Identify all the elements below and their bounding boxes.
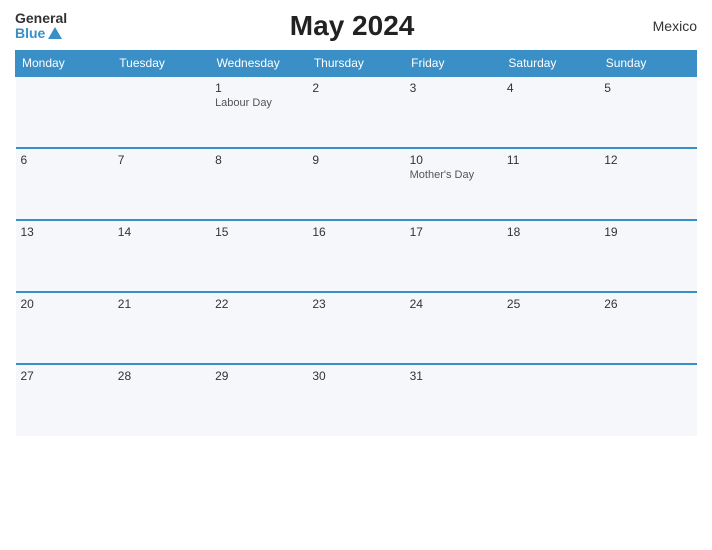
country-label: Mexico xyxy=(637,18,697,34)
calendar-week-row: 27 28 29 30 31 xyxy=(16,364,697,436)
calendar-day-cell xyxy=(502,364,599,436)
calendar-day-cell: 23 xyxy=(307,292,404,364)
calendar-header-row: Monday Tuesday Wednesday Thursday Friday… xyxy=(16,51,697,77)
calendar-day-cell: 1 Labour Day xyxy=(210,76,307,148)
day-number: 10 xyxy=(410,153,497,167)
col-saturday: Saturday xyxy=(502,51,599,77)
col-monday: Monday xyxy=(16,51,113,77)
col-sunday: Sunday xyxy=(599,51,696,77)
day-number: 9 xyxy=(312,153,399,167)
logo-general-text: General xyxy=(15,11,67,26)
day-number: 31 xyxy=(410,369,497,383)
calendar-day-cell: 30 xyxy=(307,364,404,436)
day-number: 3 xyxy=(410,81,497,95)
col-friday: Friday xyxy=(405,51,502,77)
header: General Blue May 2024 Mexico xyxy=(15,10,697,42)
day-number: 19 xyxy=(604,225,691,239)
logo: General Blue xyxy=(15,11,67,42)
day-number: 15 xyxy=(215,225,302,239)
page: General Blue May 2024 Mexico Monday Tues… xyxy=(0,0,712,550)
col-thursday: Thursday xyxy=(307,51,404,77)
day-number: 21 xyxy=(118,297,205,311)
calendar-day-cell: 5 xyxy=(599,76,696,148)
day-number: 11 xyxy=(507,153,594,167)
calendar-week-row: 6789 10 Mother's Day 11 12 xyxy=(16,148,697,220)
calendar-day-cell: 31 xyxy=(405,364,502,436)
calendar-week-row: 1 Labour Day 2345 xyxy=(16,76,697,148)
calendar-day-cell: 12 xyxy=(599,148,696,220)
day-number: 28 xyxy=(118,369,205,383)
day-number: 17 xyxy=(410,225,497,239)
day-number: 6 xyxy=(21,153,108,167)
day-number: 14 xyxy=(118,225,205,239)
calendar-day-cell: 27 xyxy=(16,364,113,436)
day-number: 26 xyxy=(604,297,691,311)
calendar-day-cell: 3 xyxy=(405,76,502,148)
calendar-day-cell: 18 xyxy=(502,220,599,292)
calendar-week-row: 13 14 15 16 17 18 19 xyxy=(16,220,697,292)
calendar-day-cell xyxy=(113,76,210,148)
day-number: 18 xyxy=(507,225,594,239)
day-number: 25 xyxy=(507,297,594,311)
calendar-day-cell: 14 xyxy=(113,220,210,292)
day-number: 29 xyxy=(215,369,302,383)
calendar-day-cell: 8 xyxy=(210,148,307,220)
calendar-day-cell: 19 xyxy=(599,220,696,292)
day-number: 27 xyxy=(21,369,108,383)
day-number: 22 xyxy=(215,297,302,311)
day-number: 30 xyxy=(312,369,399,383)
holiday-label: Labour Day xyxy=(215,97,302,109)
day-number: 4 xyxy=(507,81,594,95)
day-number: 7 xyxy=(118,153,205,167)
calendar-day-cell: 16 xyxy=(307,220,404,292)
calendar-day-cell xyxy=(599,364,696,436)
calendar-day-cell: 26 xyxy=(599,292,696,364)
day-number: 12 xyxy=(604,153,691,167)
calendar-day-cell: 25 xyxy=(502,292,599,364)
calendar-day-cell: 9 xyxy=(307,148,404,220)
calendar-day-cell: 11 xyxy=(502,148,599,220)
calendar-day-cell: 15 xyxy=(210,220,307,292)
col-wednesday: Wednesday xyxy=(210,51,307,77)
logo-triangle-icon xyxy=(48,27,62,39)
calendar-day-cell: 22 xyxy=(210,292,307,364)
calendar-day-cell: 7 xyxy=(113,148,210,220)
logo-blue-text: Blue xyxy=(15,26,67,41)
day-number: 23 xyxy=(312,297,399,311)
calendar-day-cell: 4 xyxy=(502,76,599,148)
day-number: 5 xyxy=(604,81,691,95)
calendar-title: May 2024 xyxy=(67,10,637,42)
col-tuesday: Tuesday xyxy=(113,51,210,77)
calendar-day-cell: 17 xyxy=(405,220,502,292)
day-number: 20 xyxy=(21,297,108,311)
calendar-day-cell: 2 xyxy=(307,76,404,148)
calendar-day-cell xyxy=(16,76,113,148)
calendar-day-cell: 21 xyxy=(113,292,210,364)
calendar-day-cell: 29 xyxy=(210,364,307,436)
calendar-table: Monday Tuesday Wednesday Thursday Friday… xyxy=(15,50,697,436)
day-number: 24 xyxy=(410,297,497,311)
calendar-day-cell: 10 Mother's Day xyxy=(405,148,502,220)
calendar-day-cell: 20 xyxy=(16,292,113,364)
day-number: 13 xyxy=(21,225,108,239)
calendar-day-cell: 13 xyxy=(16,220,113,292)
day-number: 16 xyxy=(312,225,399,239)
day-number: 2 xyxy=(312,81,399,95)
calendar-week-row: 20 21 22 23 24 25 26 xyxy=(16,292,697,364)
calendar-day-cell: 28 xyxy=(113,364,210,436)
calendar-day-cell: 24 xyxy=(405,292,502,364)
day-number: 1 xyxy=(215,81,302,95)
holiday-label: Mother's Day xyxy=(410,169,497,181)
day-number: 8 xyxy=(215,153,302,167)
calendar-day-cell: 6 xyxy=(16,148,113,220)
